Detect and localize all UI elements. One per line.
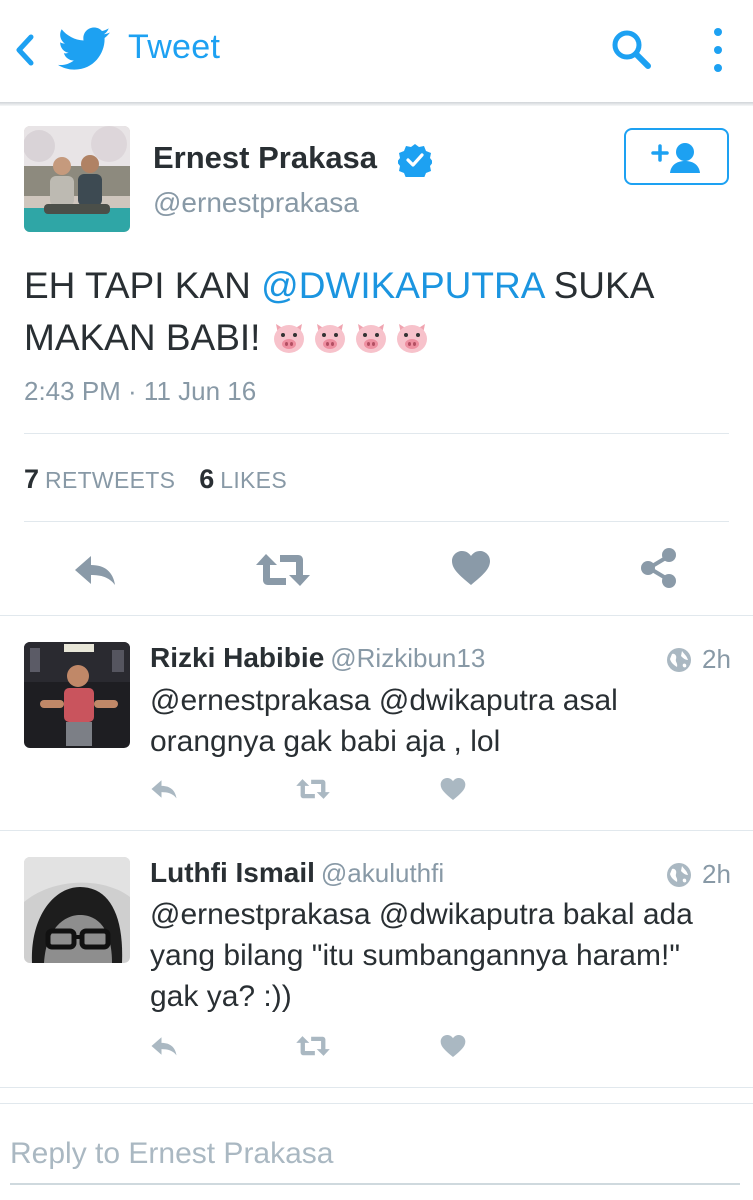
reply-icon [151, 780, 177, 799]
retweet-button[interactable] [254, 548, 312, 592]
page-title: Tweet [128, 28, 221, 66]
reply-author-handle[interactable]: @akuluthfi [321, 858, 444, 888]
topbar-shadow [0, 102, 753, 106]
search-icon [612, 30, 651, 69]
add-user-icon [650, 142, 700, 173]
tweet-timestamp: 2:43 PM · 11 Jun 16 [24, 376, 257, 406]
globe-icon [667, 862, 691, 887]
retweet-icon [296, 1036, 330, 1056]
reply-icon [151, 1037, 177, 1056]
follow-button[interactable] [624, 128, 729, 185]
more-options-button[interactable] [702, 24, 734, 76]
heart-icon [452, 551, 490, 585]
divider [0, 1103, 753, 1104]
dot-icon [714, 28, 722, 36]
pig-face-icon [273, 324, 304, 353]
reply-button[interactable] [68, 548, 122, 592]
retweets-count[interactable]: 7 [24, 464, 39, 495]
avatar-photo [24, 642, 130, 748]
heart-icon [440, 1034, 466, 1058]
divider [24, 521, 729, 522]
reply-input[interactable]: Reply to Ernest Prakasa [10, 1133, 740, 1185]
likes-label[interactable]: LIKES [220, 467, 287, 494]
reply-avatar[interactable] [24, 857, 130, 963]
dot-icon [714, 46, 722, 54]
reply-icon [75, 556, 115, 585]
like-button[interactable] [438, 1032, 468, 1060]
divider [0, 830, 753, 831]
reply-text: @ernestprakasa @dwikaputra asal orangnya… [150, 684, 618, 758]
chevron-left-icon [16, 34, 34, 66]
tweet-text: EH TAPI KAN @DWIKAPUTRA SUKA MAKAN BABI! [24, 260, 724, 364]
reply-author-name[interactable]: Rizki Habibie [150, 642, 324, 673]
author-name[interactable]: Ernest Prakasa [153, 140, 377, 176]
heart-icon [440, 777, 466, 801]
like-button[interactable] [448, 546, 494, 590]
author-handle[interactable]: @ernestprakasa [153, 187, 359, 219]
twitter-bird-icon [58, 27, 110, 70]
emoji-row [271, 317, 435, 358]
reply-author-handle[interactable]: @Rizkibun13 [330, 643, 485, 673]
pig-face-icon [314, 324, 345, 353]
pig-face-icon [355, 324, 386, 353]
share-icon [641, 548, 676, 588]
reply-author-name[interactable]: Luthfi Ismail [150, 857, 315, 888]
retweets-label[interactable]: RETWEETS [45, 467, 175, 494]
globe-icon [667, 647, 691, 672]
author-avatar[interactable] [24, 126, 130, 232]
dot-icon [714, 64, 722, 72]
avatar-photo [24, 857, 130, 963]
reply-avatar[interactable] [24, 642, 130, 748]
reply-author[interactable]: Rizki Habibie @Rizkibun13 [150, 642, 485, 674]
avatar-photo [24, 126, 130, 232]
tweet-text-start: EH TAPI KAN [24, 265, 262, 306]
share-button[interactable] [636, 546, 682, 590]
retweet-icon [296, 779, 330, 799]
reply-meta: 2h [666, 644, 731, 675]
reply-button[interactable] [148, 1032, 180, 1060]
reply-author[interactable]: Luthfi Ismail @akuluthfi [150, 857, 444, 889]
likes-count[interactable]: 6 [199, 464, 214, 495]
like-button[interactable] [438, 775, 468, 803]
reply-time: 2h [702, 859, 731, 889]
search-button[interactable] [608, 27, 656, 73]
retweet-button[interactable] [295, 1032, 331, 1060]
retweet-button[interactable] [295, 775, 331, 803]
reply-time: 2h [702, 644, 731, 674]
pig-face-icon [396, 324, 427, 353]
tweet-stats: 7 RETWEETS 6 LIKES [24, 464, 311, 495]
top-app-bar: Tweet [0, 0, 753, 102]
divider [0, 1087, 753, 1088]
retweet-icon [256, 554, 310, 586]
divider [24, 433, 729, 434]
verified-badge-icon [398, 144, 432, 177]
reply-text: @ernestprakasa @dwikaputra bakal ada yan… [150, 898, 693, 1013]
reply-button[interactable] [148, 775, 180, 803]
back-button[interactable] [10, 30, 40, 70]
mention-link[interactable]: @DWIKAPUTRA [261, 265, 543, 306]
divider [0, 615, 753, 616]
reply-meta: 2h [666, 859, 731, 890]
